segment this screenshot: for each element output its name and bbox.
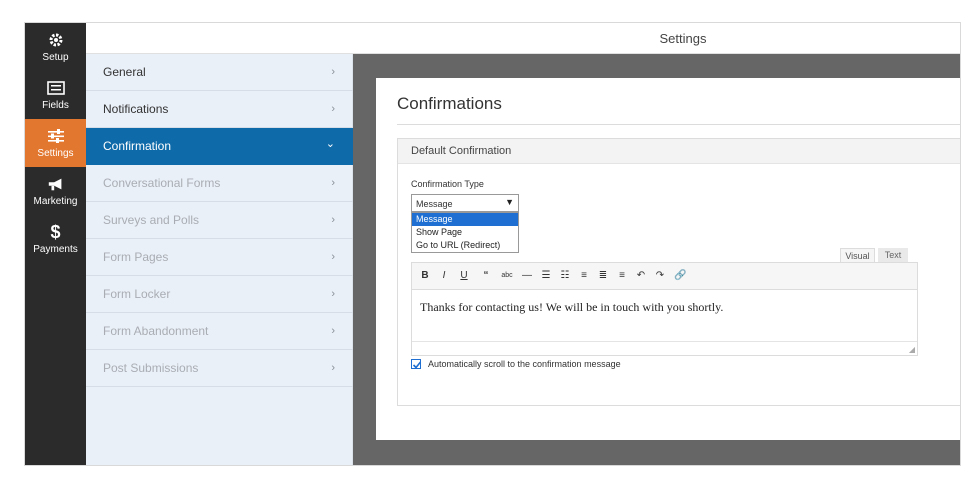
underline-icon[interactable]: U [458,270,470,282]
align-center-icon[interactable]: ≣ [597,270,609,282]
chevron-right-icon: › [331,214,335,226]
menu-item-conversational-forms[interactable]: Conversational Forms › [86,165,353,202]
default-confirmation-panel: Default Confirmation Confirmation Type M… [397,138,960,406]
menu-item-general[interactable]: General › [86,54,353,91]
chevron-right-icon: › [331,362,335,374]
menu-item-label: Confirmation [103,139,172,153]
builder-nav: Setup Fields Settings Marketing $ Paymen… [25,23,86,465]
menu-item-post-submissions[interactable]: Post Submissions › [86,350,353,387]
align-left-icon[interactable]: ≡ [578,270,590,282]
menu-item-surveys-and-polls[interactable]: Surveys and Polls › [86,202,353,239]
menu-item-label: Post Submissions [103,361,199,375]
menu-item-form-pages[interactable]: Form Pages › [86,239,353,276]
bold-icon[interactable]: B [419,270,431,282]
editor-toolbar: B I U “ abc — ☰ ☷ ≡ ≣ ≡ ↶ ↷ 🔗 [411,262,918,290]
horizontal-rule-icon[interactable]: — [521,270,533,282]
undo-icon[interactable]: ↶ [635,270,647,282]
tab-visual[interactable]: Visual [840,248,875,262]
section-title: Confirmations [397,94,502,113]
menu-item-label: Surveys and Polls [103,213,200,227]
confirmation-type-select[interactable]: Message ▼ [411,194,519,212]
nav-marketing-label: Marketing [33,196,78,207]
menu-item-label: Notifications [103,102,169,116]
chevron-right-icon: › [331,103,335,115]
chevron-down-icon: ⌄ [325,138,335,150]
menu-item-label: Form Abandonment [103,324,209,338]
nav-setup-label: Setup [42,52,69,63]
nav-settings[interactable]: Settings [25,119,86,167]
align-right-icon[interactable]: ≡ [616,270,628,282]
content-area: Confirmations Default Confirmation Confi… [353,54,960,465]
redo-icon[interactable]: ↷ [654,270,666,282]
menu-item-form-abandonment[interactable]: Form Abandonment › [86,313,353,350]
blockquote-icon[interactable]: “ [480,270,492,282]
dollar-icon: $ [50,221,61,242]
menu-item-label: General [103,65,146,79]
editor-content[interactable]: Thanks for contacting us! We will be in … [420,300,723,315]
option-go-to-url[interactable]: Go to URL (Redirect) [412,239,518,252]
menu-item-label: Form Locker [103,287,171,301]
menu-item-label: Form Pages [103,250,169,264]
nav-payments[interactable]: $ Payments [25,215,86,263]
menu-item-notifications[interactable]: Notifications › [86,91,353,128]
settings-menu: General › Notifications › Confirmation ⌄… [86,54,353,465]
editor-status-bar: ◢ [412,341,917,355]
nav-payments-label: Payments [33,244,78,255]
gear-icon [47,31,65,49]
confirmations-card: Confirmations Default Confirmation Confi… [376,78,960,440]
resize-handle-icon[interactable]: ◢ [909,345,915,354]
divider [397,124,960,125]
checkmark-icon [412,361,422,369]
sliders-icon [47,127,65,145]
chevron-right-icon: › [331,288,335,300]
option-show-page[interactable]: Show Page [412,226,518,239]
dropdown-arrow-icon: ▼ [505,197,514,207]
nav-setup[interactable]: Setup [25,23,86,71]
list-icon [46,79,65,97]
option-message[interactable]: Message [412,213,518,226]
link-icon[interactable]: 🔗 [674,270,686,282]
message-editor[interactable]: Thanks for contacting us! We will be in … [411,290,918,356]
menu-item-confirmation[interactable]: Confirmation ⌄ [86,128,353,165]
auto-scroll-label: Automatically scroll to the confirmation… [428,359,621,369]
strikethrough-icon[interactable]: abc [501,270,513,282]
auto-scroll-checkbox[interactable] [411,359,422,369]
nav-marketing[interactable]: Marketing [25,167,86,215]
confirmation-type-dropdown: Message Show Page Go to URL (Redirect) [411,212,519,253]
nav-settings-label: Settings [37,148,74,159]
panel-header[interactable]: Default Confirmation [398,139,960,164]
confirmation-type-label: Confirmation Type [411,179,484,189]
chevron-right-icon: › [331,325,335,337]
chevron-right-icon: › [331,251,335,263]
chevron-right-icon: › [331,66,335,78]
bullet-list-icon[interactable]: ☰ [540,270,552,282]
nav-fields-label: Fields [42,100,69,111]
menu-item-form-locker[interactable]: Form Locker › [86,276,353,313]
top-bar: Settings [86,23,960,54]
italic-icon[interactable]: I [438,270,450,282]
chevron-right-icon: › [331,177,335,189]
select-value: Message [416,199,453,209]
page-title: Settings [659,31,707,46]
nav-fields[interactable]: Fields [25,71,86,119]
numbered-list-icon[interactable]: ☷ [559,270,571,282]
menu-item-label: Conversational Forms [103,176,221,190]
builder-frame: Setup Fields Settings Marketing $ Paymen… [24,22,961,466]
megaphone-icon [47,175,65,193]
tab-text[interactable]: Text [878,248,908,262]
